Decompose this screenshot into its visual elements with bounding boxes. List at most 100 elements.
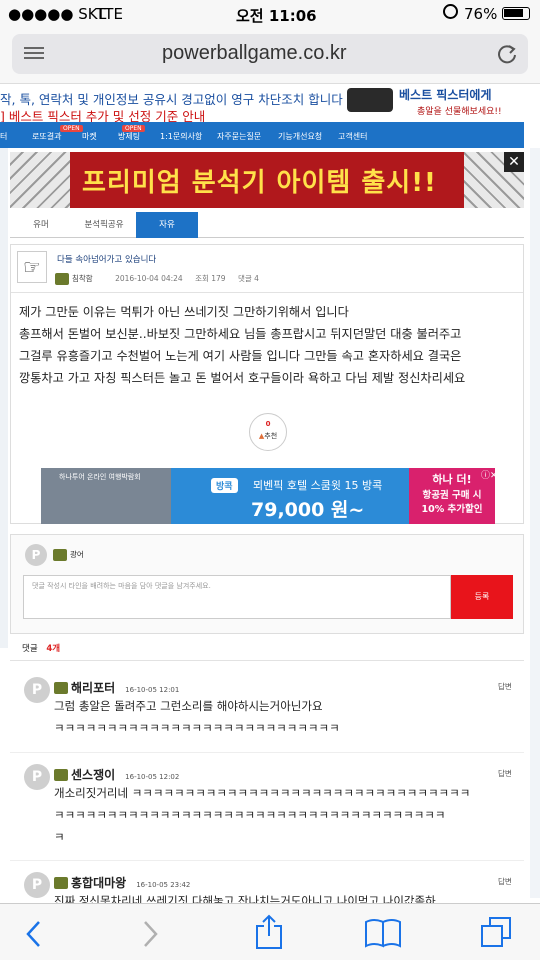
- avatar: P: [24, 677, 50, 703]
- tab-free[interactable]: 자유: [136, 212, 198, 238]
- pointing-hand-icon: ☞: [17, 251, 47, 283]
- main-nav: 터 로또결과 OPEN 마켓 OPEN 방제팅 1:1문의사항 자주묻는질문 기능개…: [0, 122, 524, 148]
- avatar: P: [24, 764, 50, 790]
- comment-textarea[interactable]: 댓글 작성시 타인을 배려하는 마음을 담아 댓글을 남겨주세요.: [23, 575, 451, 619]
- signal-carrier: ●●●●● SKT: [8, 5, 106, 23]
- comment-body: 진짜 정신못차리네 쓰레기짓 다해놓고 잔나치는거도아니고 나이먹고 나이값좀하: [54, 894, 436, 903]
- ad-brand-sub2: 10% 추가할인: [421, 504, 483, 515]
- nav-item-market[interactable]: OPEN 마켓: [60, 125, 97, 142]
- ad-headline: 뫼벤픽 호텔 스쿰윗 15 방콕: [253, 479, 383, 492]
- browser-toolbar: powerballgame.co.kr: [0, 28, 540, 84]
- open-badge: OPEN: [122, 125, 145, 132]
- post-views: 조회 179: [195, 274, 226, 283]
- forward-icon[interactable]: [140, 920, 160, 948]
- comment-item: P 센스쟁이 16-10-05 12:02 답변 개소리짓거리네 ㅋㅋㅋㅋㅋㅋㅋㅋ…: [22, 760, 520, 860]
- close-icon[interactable]: ✕: [504, 152, 524, 172]
- post-body: 제가 그만둔 이유는 먹튀가 아닌 쓰네기짓 그만하기위해서 입니다 총프해서 …: [19, 301, 465, 389]
- share-icon[interactable]: [254, 914, 284, 950]
- ad-brand-sub1: 항공권 구매 시: [422, 490, 482, 501]
- comment-item: P 해리포터 16-10-05 12:01 답변 그럼 총알은 돌려주고 그런소리…: [22, 673, 520, 753]
- post-body-line: 깡통차고 가고 자칭 픽스터든 놀고 돈 벌어서 호구들이라 욕하고 다님 제발…: [19, 371, 466, 385]
- nav-item-0[interactable]: 터: [0, 131, 7, 142]
- tab-humor[interactable]: 유머: [10, 212, 72, 238]
- promo-banner[interactable]: 프리미엄 분석기 아이템 출시!! ✕: [10, 152, 524, 208]
- nav-item-lotto[interactable]: 로또결과: [32, 131, 61, 142]
- comments-count: 4개: [46, 644, 61, 654]
- comment-header: 해리포터 16-10-05 12:01: [54, 677, 179, 696]
- post-body-line: 제가 그만둔 이유는 먹튀가 아닌 쓰네기짓 그만하기위해서 입니다: [19, 305, 349, 319]
- comment-author[interactable]: 해리포터: [71, 681, 115, 695]
- post-meta: 침착함 2016-10-04 04:24 조회 179 댓글 4: [55, 273, 259, 285]
- post-author[interactable]: 침착함: [72, 274, 93, 283]
- submit-comment-button[interactable]: 등록: [451, 575, 513, 619]
- comment-time: 16-10-05 12:02: [125, 773, 180, 781]
- comment-author[interactable]: 홍합대마왕: [71, 876, 126, 890]
- battery-percent: 76%: [464, 5, 498, 23]
- comment-time: 16-10-05 23:42: [136, 881, 191, 889]
- reply-link[interactable]: 답변: [498, 768, 512, 779]
- promo-text: 프리미엄 분석기 아이템 출시!!: [82, 168, 437, 198]
- nav-item-feature[interactable]: 기능개선요청: [278, 131, 322, 142]
- rank-icon: [54, 876, 68, 889]
- ad-tag: 방콕: [211, 478, 238, 493]
- rotation-lock-icon: [443, 4, 458, 19]
- recommend-count: 0: [265, 420, 271, 428]
- open-badge: OPEN: [60, 125, 83, 132]
- comment-body: 그럼 총알은 돌려주고 그런소리를 해야하시는거아닌가요 ㅋㅋㅋㅋㅋㅋㅋㅋㅋㅋㅋㅋ…: [54, 699, 340, 735]
- comment-form: P 광어 댓글 작성시 타인을 배려하는 마음을 담아 댓글을 남겨주세요. 등…: [10, 534, 524, 634]
- travel-ad[interactable]: 하나투어 온라인 여행박람회 방콕 뫼벤픽 호텔 스쿰윗 15 방콕 79,00…: [41, 468, 495, 524]
- ad-small-text: 하나투어 온라인 여행박람회: [59, 473, 141, 481]
- comment-body: 개소리짓거리네 ㅋㅋㅋㅋㅋㅋㅋㅋㅋㅋㅋㅋㅋㅋㅋㅋㅋㅋㅋㅋㅋㅋㅋㅋㅋㅋㅋㅋㅋㅋㅋㅋ…: [54, 786, 471, 844]
- rank-icon: [54, 768, 68, 781]
- rank-icon: [53, 549, 67, 561]
- ad-subtitle: 총알을 선물해보세요!!: [417, 107, 502, 117]
- tabs-icon[interactable]: [480, 916, 514, 950]
- comments-header: 댓글 4개: [22, 642, 60, 654]
- reload-icon[interactable]: [496, 43, 518, 65]
- reply-link[interactable]: 답변: [498, 876, 512, 887]
- comments-label: 댓글: [22, 644, 38, 654]
- left-page-edge: [0, 148, 8, 648]
- bookmarks-icon[interactable]: [364, 918, 402, 948]
- recommend-button[interactable]: 0 ▲추천: [249, 413, 287, 451]
- right-page-edge: [530, 148, 540, 898]
- promo-left-art: [10, 152, 70, 208]
- post-date: 2016-10-04 04:24: [115, 274, 183, 283]
- comment-form-user: 광어: [53, 549, 84, 561]
- bullet-gift-ad[interactable]: 베스트 픽스터에게 총알을 선물해보세요!!: [345, 84, 540, 122]
- tab-pick-share[interactable]: 분석픽공유: [72, 212, 136, 238]
- magazine-image: [347, 88, 393, 112]
- rank-icon: [54, 681, 68, 694]
- post-body-line: 총프해서 돈벌어 보신분..바보짓 그만하세요 님들 총프랍시고 뒤지던말던 대…: [19, 327, 462, 341]
- post-card: ☞ 다들 속아넘어가고 있습니다 침착함 2016-10-04 04:24 조회…: [10, 244, 524, 524]
- browser-bottom-bar: [0, 903, 540, 960]
- nav-item-room[interactable]: OPEN 방제팅: [118, 125, 145, 142]
- address-bar[interactable]: powerballgame.co.kr: [12, 34, 528, 74]
- ad-close-icon[interactable]: ⓘ✕: [481, 468, 495, 481]
- url-text: powerballgame.co.kr: [162, 42, 347, 64]
- back-icon[interactable]: [24, 920, 44, 948]
- comment-header: 센스쟁이 16-10-05 12:02: [54, 764, 179, 783]
- comment-author[interactable]: 센스쟁이: [71, 768, 115, 782]
- nav-item-inquiry[interactable]: 1:1문의사항: [160, 131, 202, 142]
- board-tabs: 유머 분석픽공유 자유: [10, 212, 524, 238]
- post-comment-count: 댓글 4: [237, 274, 259, 283]
- avatar: P: [25, 544, 47, 566]
- nav-item-support[interactable]: 고객센터: [338, 131, 367, 142]
- network-type: LTE: [98, 5, 123, 23]
- notice-line-2[interactable]: ] 베스트 픽스터 추가 및 선정 기준 안내: [0, 106, 205, 122]
- reader-icon[interactable]: [24, 46, 44, 62]
- battery-icon: [502, 7, 530, 20]
- status-bar: ●●●●● SKT LTE 오전 11:06 76%: [0, 0, 540, 28]
- clock: 오전 11:06: [236, 7, 317, 25]
- nav-item-faq[interactable]: 자주묻는질문: [217, 131, 261, 142]
- comment-header: 홍합대마왕 16-10-05 23:42: [54, 872, 190, 891]
- comment-time: 16-10-05 12:01: [125, 686, 180, 694]
- recommend-label: 추천: [264, 432, 278, 440]
- post-body-line: 그걸루 유흥즐기고 수천벌어 노는게 여기 사람들 입니다 그만들 속고 혼자하…: [19, 349, 462, 363]
- notice-banner: 작, 톡, 연락처 및 개인정보 공유시 경고없이 영구 차단조치 합니다 ] …: [0, 84, 540, 122]
- comment-item: P 홍합대마왕 16-10-05 23:42 답변 진짜 정신못차리네 쓰레기짓 …: [22, 868, 520, 903]
- rank-icon: [55, 273, 69, 285]
- reply-link[interactable]: 답변: [498, 681, 512, 692]
- post-title: 다들 속아넘어가고 있습니다: [57, 255, 157, 265]
